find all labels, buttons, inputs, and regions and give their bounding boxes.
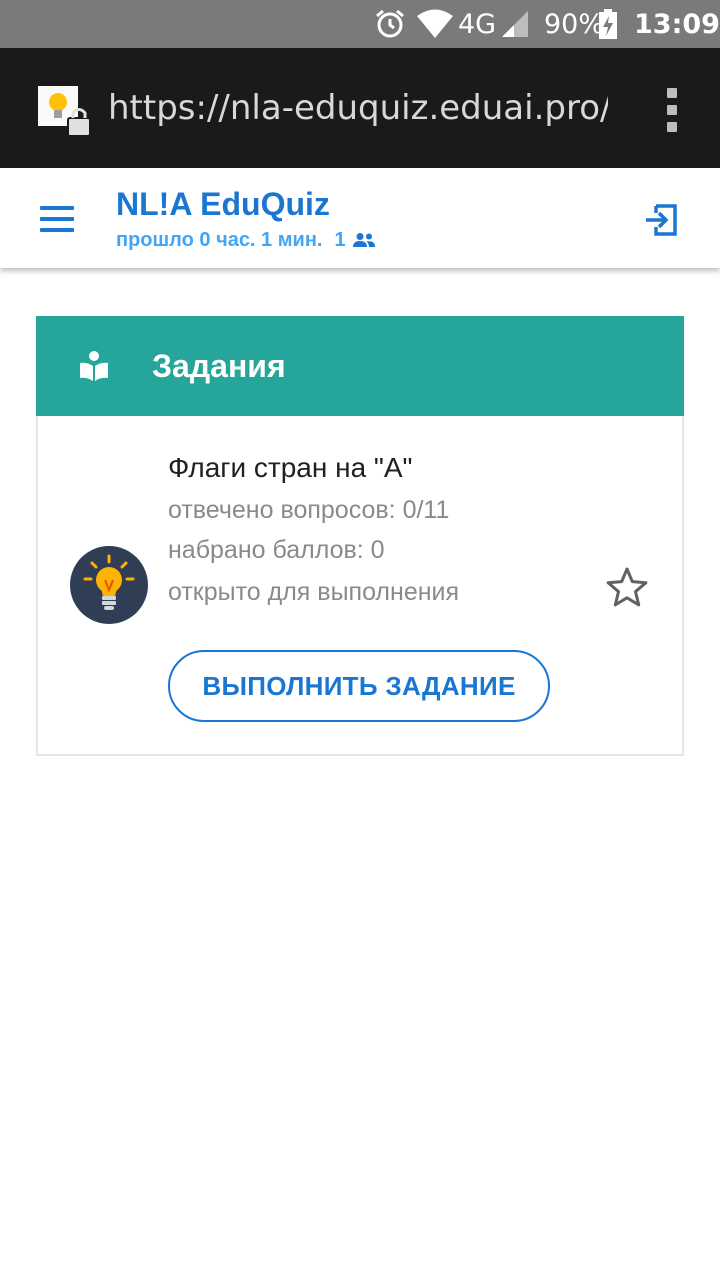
people-icon bbox=[352, 233, 375, 247]
session-info: прошло 0 час. 1 мин. 1 bbox=[116, 226, 376, 254]
url-text[interactable]: https://nla-eduquiz.eduai.pro/?g bbox=[108, 84, 608, 132]
lightbulb-icon bbox=[70, 546, 148, 624]
wifi-icon bbox=[416, 0, 454, 48]
elapsed-time: прошло 0 час. 1 мин. bbox=[116, 229, 323, 251]
alarm-icon bbox=[374, 0, 406, 48]
battery-charging-icon bbox=[598, 0, 618, 48]
status-bar: 4G 90% 13:09 bbox=[0, 0, 720, 48]
menu-icon[interactable] bbox=[40, 206, 74, 232]
site-lock-favicon[interactable] bbox=[38, 86, 94, 140]
task-card: Флаги стран на "A" отвечено вопросов: 0/… bbox=[36, 416, 684, 756]
start-task-button[interactable]: ВЫПОЛНИТЬ ЗАДАНИЕ bbox=[168, 650, 550, 722]
book-reader-icon bbox=[80, 351, 108, 381]
task-status: открыто для выполнения bbox=[168, 578, 460, 606]
browser-url-bar: https://nla-eduquiz.eduai.pro/?g bbox=[0, 48, 720, 168]
participant-count: 1 bbox=[334, 229, 346, 251]
clock: 13:09 bbox=[634, 8, 720, 40]
signal-icon bbox=[500, 0, 530, 48]
logout-icon[interactable] bbox=[644, 202, 680, 238]
network-type: 4G bbox=[458, 8, 497, 40]
task-answered-count: отвечено вопросов: 0/11 bbox=[168, 496, 450, 524]
app-title: NL!A EduQuiz bbox=[116, 186, 330, 222]
overflow-menu-icon[interactable] bbox=[660, 86, 684, 134]
task-title: Флаги стран на "A" bbox=[168, 452, 413, 483]
battery-level: 90% bbox=[544, 8, 605, 40]
star-icon[interactable] bbox=[606, 566, 648, 608]
tasks-section-header: Задания bbox=[36, 316, 684, 416]
tasks-title: Задания bbox=[152, 348, 286, 384]
task-points: набрано баллов: 0 bbox=[168, 536, 385, 564]
app-header: NL!A EduQuiz прошло 0 час. 1 мин. 1 bbox=[0, 168, 720, 268]
